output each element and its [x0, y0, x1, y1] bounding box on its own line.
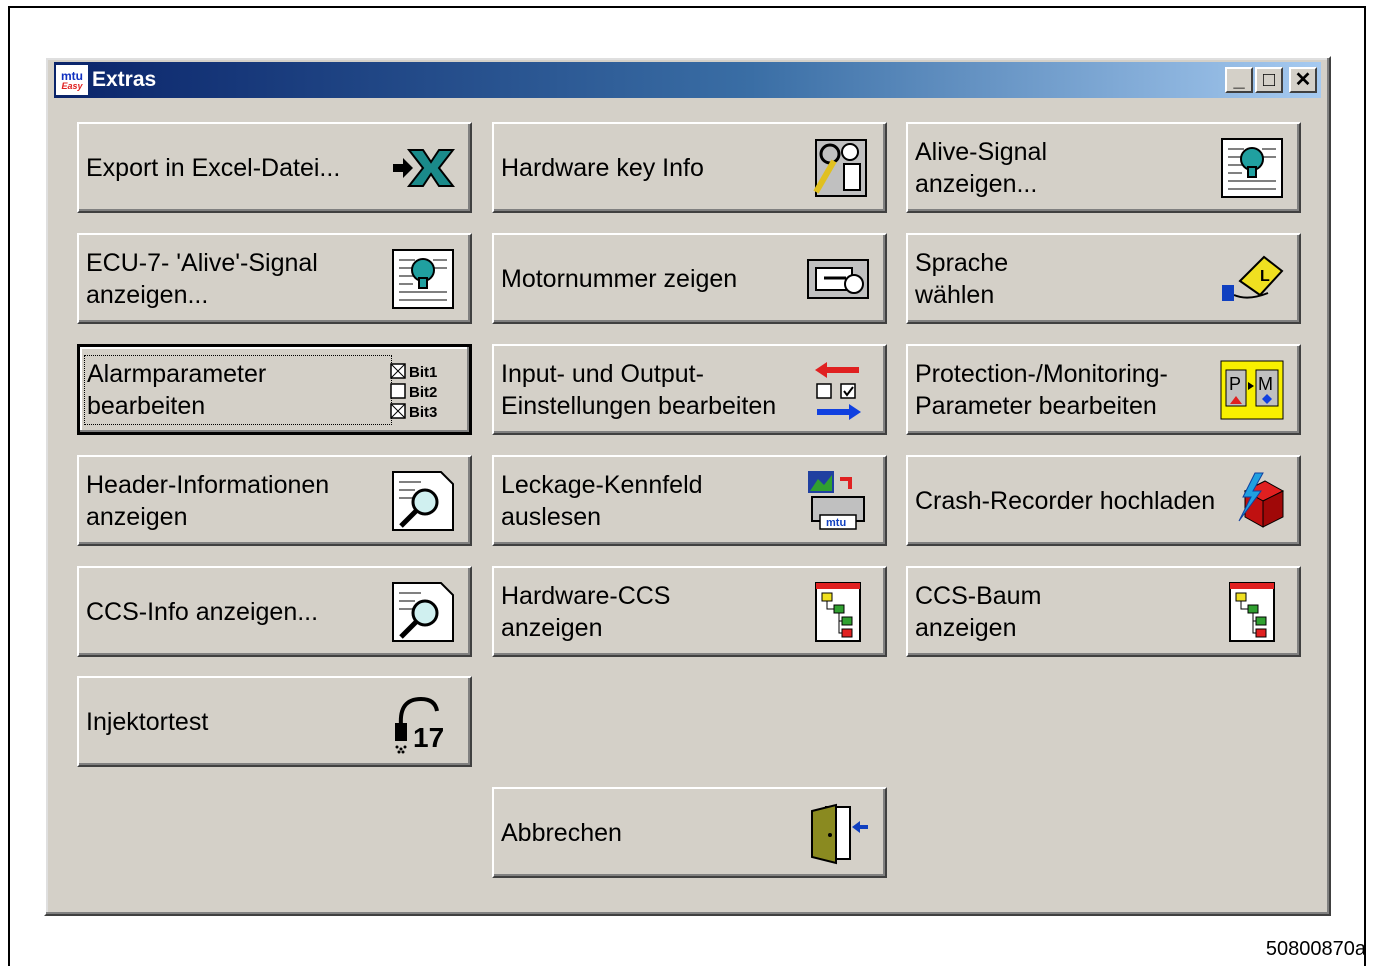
alive-document-icon — [390, 246, 456, 312]
exit-door-icon — [805, 800, 871, 866]
export-excel-label: Export in Excel-Datei... — [86, 153, 341, 182]
injector-icon: 17 — [390, 689, 456, 755]
close-button[interactable]: ✕ — [1289, 67, 1317, 93]
ccs-info-button[interactable]: CCS-Info anzeigen... — [77, 566, 472, 657]
export-excel-button[interactable]: Export in Excel-Datei... — [77, 122, 472, 213]
header-info-button[interactable]: Header-Informationen anzeigen — [77, 455, 472, 546]
injektortest-button[interactable]: Injektortest 17 — [77, 676, 472, 767]
hardware-ccs-button[interactable]: Hardware-CCS anzeigen — [492, 566, 887, 657]
mtu-logo-icon: mtu Easy — [56, 65, 88, 95]
abbrechen-label: Abbrechen — [501, 818, 622, 847]
bit1-text: Bit1 — [409, 364, 437, 381]
window-controls: _ □ ✕ — [1225, 67, 1317, 93]
tree-diagram-icon — [1219, 579, 1285, 645]
alive-signal-label: Alive-Signal anzeigen... — [915, 137, 1048, 198]
ccs-baum-label: CCS-Baum anzeigen — [915, 581, 1042, 642]
figure-id: 50800870a — [1265, 938, 1366, 960]
ccs-info-label: CCS-Info anzeigen... — [86, 597, 319, 626]
pm-p-text: P — [1229, 374, 1241, 394]
alarmparameter-button[interactable]: Alarmparameter bearbeiten Bit1 Bit2 Bit3 — [77, 344, 472, 435]
hardware-key-info-button[interactable]: Hardware key Info — [492, 122, 887, 213]
motornummer-button[interactable]: Motornummer zeigen — [492, 233, 887, 324]
sprache-label: Sprache wählen — [915, 248, 1009, 309]
alive-signal-button[interactable]: Alive-Signal anzeigen... — [906, 122, 1301, 213]
ecu7-alive-label: ECU-7- 'Alive'-Signal anzeigen... — [86, 248, 318, 309]
hardware-ccs-label: Hardware-CCS anzeigen — [501, 581, 671, 642]
protection-monitoring-icon: P M — [1219, 357, 1285, 423]
ccs-baum-button[interactable]: CCS-Baum anzeigen — [906, 566, 1301, 657]
checkbox-bits-icon: Bit1 Bit2 Bit3 — [389, 357, 455, 423]
hardware-key-info-label: Hardware key Info — [501, 153, 704, 182]
language-book-icon: L — [1219, 246, 1285, 312]
alive-document-icon — [1219, 135, 1285, 201]
leckage-kennfeld-label: Leckage-Kennfeld auslesen — [501, 470, 703, 531]
svg-text:L: L — [1260, 268, 1270, 285]
header-info-label: Header-Informationen anzeigen — [86, 470, 330, 531]
document-magnifier-icon — [390, 579, 456, 645]
bit3-text: Bit3 — [409, 404, 437, 420]
document-magnifier-icon — [390, 468, 456, 534]
input-output-label: Input- und Output- Einstellungen bearbei… — [501, 359, 777, 420]
engine-number-icon — [805, 246, 871, 312]
leckage-kennfeld-button[interactable]: Leckage-Kennfeld auslesen mtu — [492, 455, 887, 546]
crash-recorder-icon — [1235, 468, 1285, 534]
minimize-button[interactable]: _ — [1225, 67, 1253, 93]
protection-monitoring-label: Protection-/Monitoring- Parameter bearbe… — [915, 359, 1168, 420]
input-output-arrows-icon — [805, 357, 871, 423]
protection-monitoring-button[interactable]: Protection-/Monitoring- Parameter bearbe… — [906, 344, 1301, 435]
tree-diagram-icon — [805, 579, 871, 645]
leckage-map-icon: mtu — [805, 468, 871, 534]
title-bar[interactable]: mtu Easy Extras _ □ ✕ — [54, 62, 1321, 98]
excel-export-icon — [390, 135, 456, 201]
alarmparameter-label: Alarmparameter bearbeiten — [84, 354, 392, 425]
ecu7-alive-button[interactable]: ECU-7- 'Alive'-Signal anzeigen... — [77, 233, 472, 324]
crash-recorder-label: Crash-Recorder hochladen — [915, 486, 1216, 515]
sprache-button[interactable]: Sprache wählen L — [906, 233, 1301, 324]
bit2-text: Bit2 — [409, 384, 437, 401]
leckage-badge-text: mtu — [826, 517, 846, 529]
crash-recorder-button[interactable]: Crash-Recorder hochladen — [906, 455, 1301, 546]
motornummer-label: Motornummer zeigen — [501, 264, 738, 293]
injector-number-text: 17 — [413, 722, 444, 753]
pm-m-text: M — [1258, 374, 1273, 394]
tools-key-icon — [805, 135, 871, 201]
window-title: Extras — [92, 68, 157, 91]
abbrechen-button[interactable]: Abbrechen — [492, 787, 887, 878]
maximize-button[interactable]: □ — [1255, 67, 1283, 93]
input-output-button[interactable]: Input- und Output- Einstellungen bearbei… — [492, 344, 887, 435]
injektortest-label: Injektortest — [86, 707, 209, 736]
